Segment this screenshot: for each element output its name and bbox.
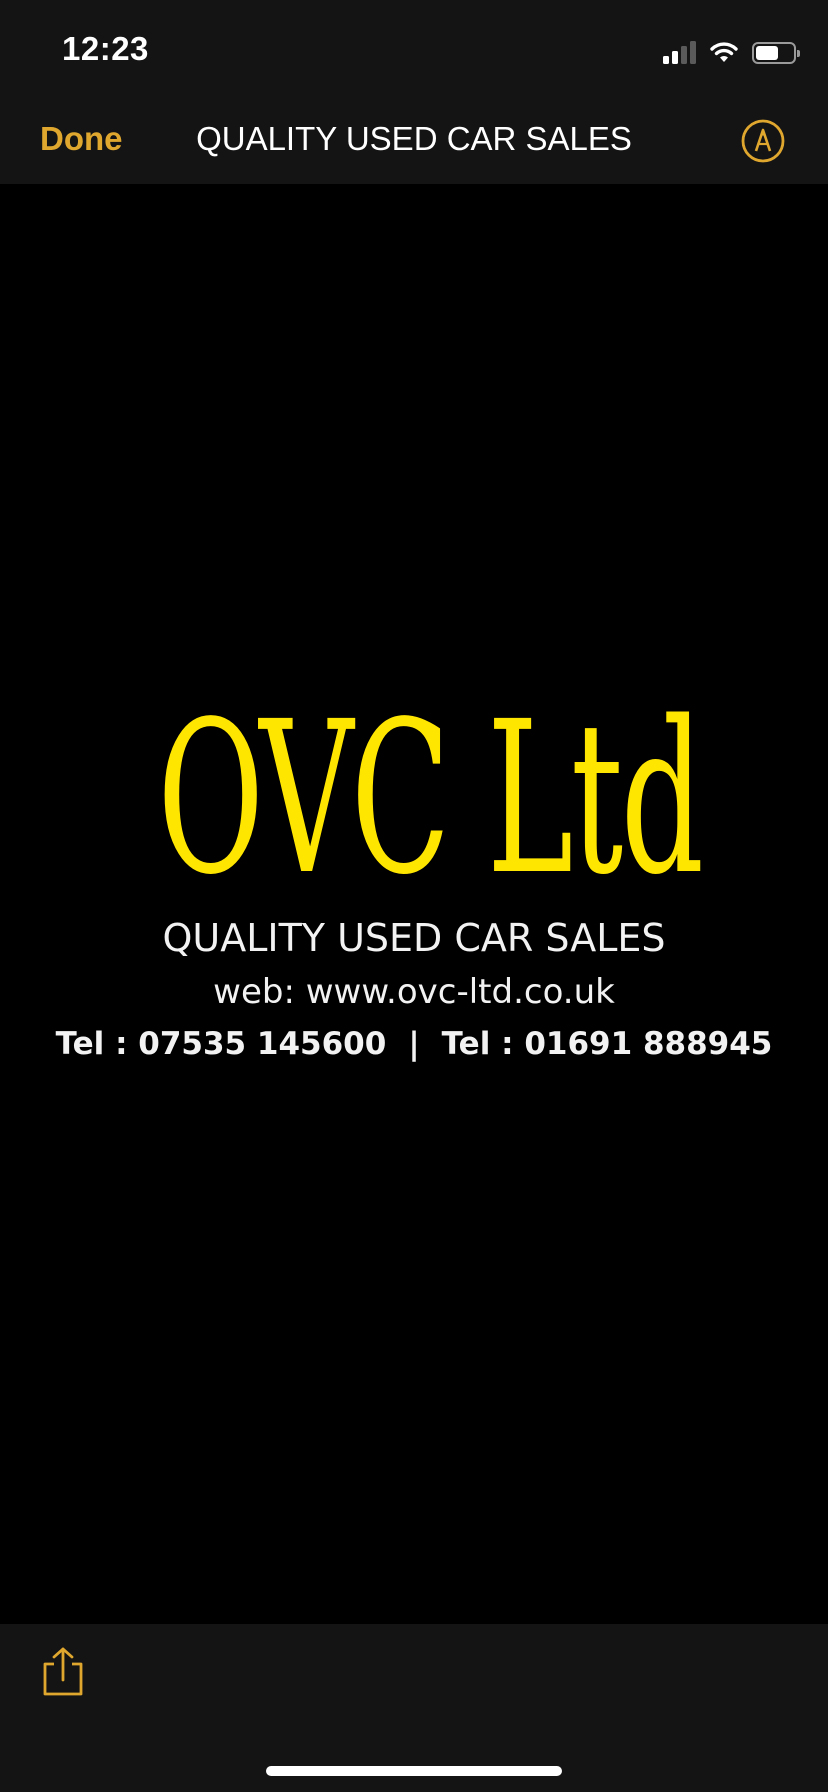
phone-number-1: Tel : 07535 145600	[55, 1026, 387, 1062]
page-title: QUALITY USED CAR SALES	[196, 120, 632, 157]
wifi-icon	[710, 42, 738, 62]
battery-cap	[797, 50, 800, 57]
markup-pen-icon[interactable]	[740, 118, 786, 164]
brand-logo: OVC Ltd	[157, 676, 704, 921]
status-icons	[663, 36, 800, 64]
battery-level	[756, 46, 778, 60]
photo-image: OVC Ltd QUALITY USED CAR SALES web: www.…	[0, 184, 828, 1624]
signal-bar	[663, 56, 669, 64]
home-indicator[interactable]	[266, 1766, 562, 1776]
photo-viewer-screen: 12:23 Done QUALITY USED CAR SALES OVC Lt	[0, 0, 828, 1792]
done-button[interactable]: Done	[40, 120, 123, 158]
logo-tagline: QUALITY USED CAR SALES	[162, 916, 666, 960]
phone-separator: |	[408, 1026, 420, 1062]
navigation-bar: Done QUALITY USED CAR SALES	[0, 100, 828, 184]
signal-bar	[690, 41, 696, 64]
logo-phone-numbers: Tel : 07535 145600 | Tel : 01691 888945	[0, 1026, 828, 1062]
bottom-toolbar	[0, 1624, 828, 1792]
share-icon[interactable]	[40, 1646, 86, 1698]
signal-bar	[672, 51, 678, 64]
battery-icon	[752, 42, 800, 64]
status-bar: 12:23	[0, 0, 828, 100]
signal-bar	[681, 46, 687, 64]
phone-number-2: Tel : 01691 888945	[441, 1026, 773, 1062]
status-time: 12:23	[62, 30, 149, 67]
cellular-signal-icon	[663, 40, 696, 64]
logo-website: web: www.ovc-ltd.co.uk	[213, 972, 615, 1012]
